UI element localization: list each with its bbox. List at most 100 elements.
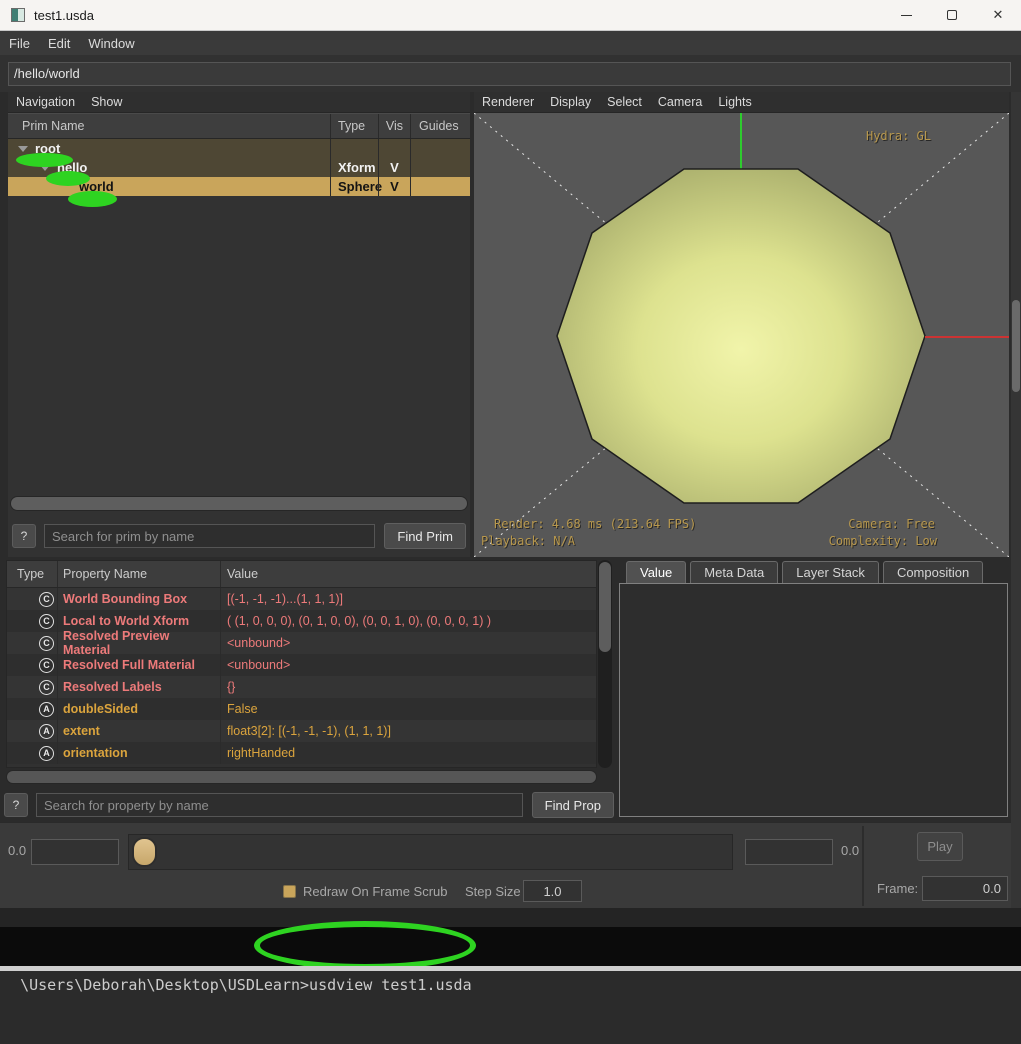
scrollbar-thumb[interactable]: [1012, 300, 1020, 392]
prim-type: Sphere: [330, 177, 378, 196]
property-search-input[interactable]: [36, 793, 523, 817]
main-menubar: File Edit Window: [0, 31, 1021, 55]
menu-edit[interactable]: Edit: [39, 36, 79, 51]
prim-type: Xform: [330, 158, 378, 177]
maximize-button[interactable]: [929, 0, 975, 31]
menu-file[interactable]: File: [0, 36, 39, 51]
terminal[interactable]: \Users\Deborah\Desktop\USDLearn>usdview …: [0, 927, 1021, 966]
window-bottom-edge: [0, 908, 1021, 927]
close-icon: ✕: [993, 7, 1004, 23]
property-vertical-scrollbar[interactable]: [598, 560, 612, 768]
prim-tree-horizontal-scrollbar[interactable]: [10, 496, 468, 511]
detail-panel: Value Meta Data Layer Stack Composition: [618, 557, 1009, 819]
annotation-highlight-hello: [46, 171, 90, 186]
timeline-divider: [862, 826, 864, 906]
expander-icon[interactable]: [18, 146, 28, 152]
tab-layer-stack[interactable]: Layer Stack: [782, 561, 879, 583]
property-table: Type Property Name Value C World Boundin…: [6, 560, 597, 768]
column-vis[interactable]: Vis: [378, 114, 410, 138]
menu-navigation[interactable]: Navigation: [8, 95, 83, 109]
prim-tree-header: Prim Name Type Vis Guides: [8, 113, 470, 139]
sphere-prim[interactable]: [557, 169, 925, 503]
prim-search-help-button[interactable]: ?: [12, 524, 36, 548]
menu-lights[interactable]: Lights: [710, 95, 759, 109]
detail-tabs: Value Meta Data Layer Stack Composition: [626, 561, 987, 583]
computed-icon: C: [39, 658, 54, 673]
menu-display[interactable]: Display: [542, 95, 599, 109]
close-button[interactable]: ✕: [975, 0, 1021, 31]
column-type[interactable]: Type: [330, 114, 378, 138]
prim-path-field[interactable]: /hello/world: [8, 62, 1011, 86]
property-rows: C World Bounding Box [(-1, -1, -1)...(1,…: [7, 588, 596, 764]
property-horizontal-scrollbar[interactable]: [6, 770, 597, 784]
prim-type: [330, 139, 378, 158]
redraw-checkbox[interactable]: [283, 885, 296, 898]
minimize-button[interactable]: [883, 0, 929, 31]
tree-row-root[interactable]: root: [8, 139, 470, 158]
taskbar-edge: [0, 966, 1021, 971]
title-bar: test1.usda ✕: [0, 0, 1021, 31]
window-right-scrollbar[interactable]: [1011, 92, 1021, 908]
property-row[interactable]: A extent float3[2]: [(-1, -1, -1), (1, 1…: [7, 720, 596, 742]
prim-vis[interactable]: V: [378, 177, 410, 196]
attribute-icon: A: [39, 702, 54, 717]
property-search-row: ? Find Prop: [4, 791, 614, 819]
step-size-input[interactable]: [523, 880, 582, 902]
tab-value[interactable]: Value: [626, 561, 686, 583]
play-button[interactable]: Play: [917, 832, 963, 861]
property-table-header: Type Property Name Value: [7, 561, 596, 588]
attribute-icon: A: [39, 724, 54, 739]
computed-icon: C: [39, 592, 54, 607]
prim-search-input[interactable]: [44, 524, 375, 548]
step-size-label: Step Size: [465, 884, 521, 899]
frame-input[interactable]: [922, 876, 1008, 901]
property-row[interactable]: C Resolved Labels {}: [7, 676, 596, 698]
menu-window[interactable]: Window: [79, 36, 143, 51]
property-row[interactable]: C World Bounding Box [(-1, -1, -1)...(1,…: [7, 588, 596, 610]
range-start-input[interactable]: [31, 839, 119, 865]
menu-select[interactable]: Select: [599, 95, 650, 109]
prim-search-row: ? Find Prim: [12, 522, 466, 550]
minimize-icon: [901, 15, 912, 16]
menu-renderer[interactable]: Renderer: [474, 95, 542, 109]
frame-slider[interactable]: [128, 834, 733, 870]
find-prim-button[interactable]: Find Prim: [384, 523, 466, 549]
prim-browser-panel: Navigation Show Prim Name Type Vis Guide…: [8, 92, 470, 557]
property-row[interactable]: A orientation rightHanded: [7, 742, 596, 764]
column-guides[interactable]: Guides: [410, 114, 470, 138]
property-row[interactable]: C Resolved Preview Material <unbound>: [7, 632, 596, 654]
column-prim-name[interactable]: Prim Name: [8, 119, 330, 133]
range-end-input[interactable]: [745, 839, 833, 865]
prim-vis[interactable]: [378, 139, 410, 158]
prim-vis[interactable]: V: [378, 158, 410, 177]
timeline-bar: 0.0 0.0 Play Redraw On Frame Scrub Step …: [0, 822, 1021, 908]
annotation-highlight-world: [68, 191, 117, 207]
tab-meta-data[interactable]: Meta Data: [690, 561, 778, 583]
scrollbar-thumb[interactable]: [7, 771, 596, 783]
computed-icon: C: [39, 636, 54, 651]
column-type[interactable]: Type: [7, 561, 57, 587]
menu-show[interactable]: Show: [83, 95, 130, 109]
frame-slider-handle[interactable]: [132, 837, 157, 867]
render-viewport[interactable]: Hydra: GL Render: 4.68 ms (213.64 FPS) P…: [474, 113, 1009, 557]
column-value[interactable]: Value: [220, 561, 596, 587]
property-row[interactable]: A doubleSided False: [7, 698, 596, 720]
viewport-panel: Renderer Display Select Camera Lights: [474, 92, 1009, 557]
property-row[interactable]: C Resolved Full Material <unbound>: [7, 654, 596, 676]
hud-renderer: Hydra: GL: [866, 129, 931, 143]
tab-composition[interactable]: Composition: [883, 561, 983, 583]
menu-camera[interactable]: Camera: [650, 95, 710, 109]
hud-camera: Camera: Free: [848, 517, 935, 531]
maximize-icon: [947, 10, 957, 20]
find-prop-button[interactable]: Find Prop: [532, 792, 614, 818]
range-end-label: 0.0: [841, 843, 859, 858]
annotation-highlight-root: [16, 153, 73, 167]
prim-tree: root hello Xform V world Sphere V: [8, 139, 470, 494]
scrollbar-thumb[interactable]: [599, 562, 611, 652]
hud-render-time: Render: 4.68 ms (213.64 FPS): [494, 517, 696, 531]
property-search-help-button[interactable]: ?: [4, 793, 28, 817]
window-title: test1.usda: [34, 8, 94, 23]
column-property-name[interactable]: Property Name: [57, 561, 220, 587]
computed-icon: C: [39, 614, 54, 629]
scrollbar-thumb[interactable]: [11, 497, 467, 510]
